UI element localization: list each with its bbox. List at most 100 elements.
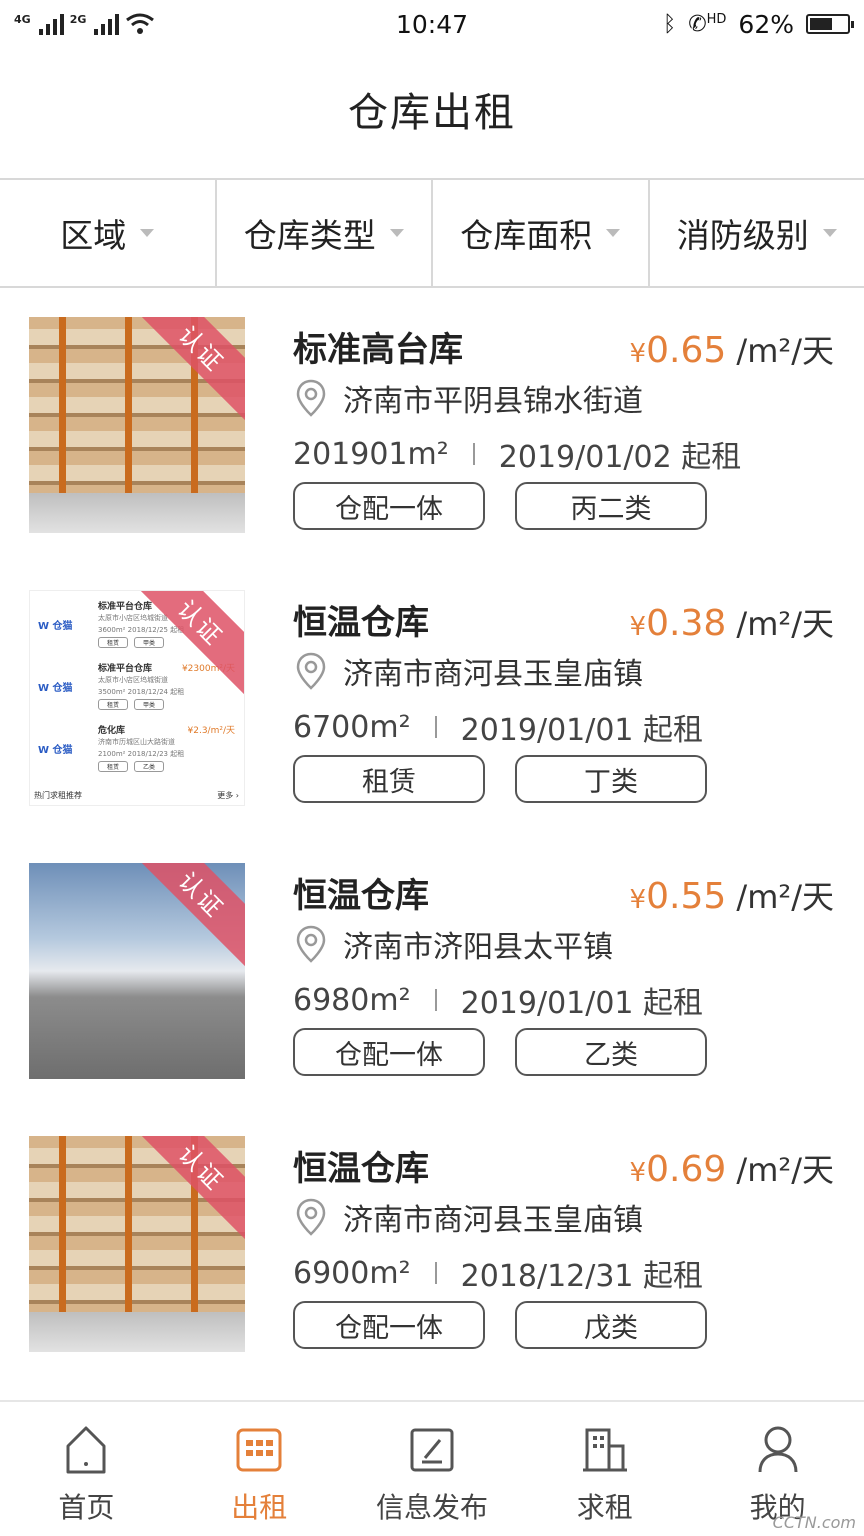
currency: ¥ <box>629 612 647 642</box>
price-value: 0.55 <box>646 876 727 917</box>
certified-badge: 认证 <box>116 863 245 980</box>
listing-card[interactable]: W 仓猫 标准平台仓库 太原市小店区坞城街道 3600m² 2018/12/25… <box>0 563 864 836</box>
start-date-text: 2019/01/01 起租 <box>460 713 704 748</box>
mini-footer: 热门求租推荐 更多 › <box>34 790 239 801</box>
tab-seek-rent[interactable]: 求租 <box>518 1402 691 1536</box>
mini-logo: W 仓猫 <box>38 683 73 694</box>
mini-address: 济南市历城区山大路街道 <box>98 738 175 746</box>
start-date-text: 2019/01/02 起租 <box>498 440 742 475</box>
filter-label: 消防级别 <box>676 216 809 255</box>
listing-tags: 仓配一体 乙类 <box>293 1028 707 1076</box>
area-text: 6980m² <box>293 982 411 1018</box>
mini-specs: 2100m² 2018/12/23 起租 <box>98 750 185 758</box>
listing-thumbnail: 认证 <box>29 317 245 533</box>
start-date-text: 2019/01/01 起租 <box>460 986 704 1021</box>
address-text: 济南市济阳县太平镇 <box>343 930 613 965</box>
caret-down-icon <box>389 229 404 237</box>
listing-specs: 6900m² 2018/12/31 起租 <box>293 1251 703 1295</box>
listing-address: 济南市商河县玉皇庙镇 <box>295 649 643 693</box>
tab-label: 首页 <box>58 1491 115 1524</box>
divider <box>472 443 475 465</box>
price-value: 0.65 <box>646 330 727 371</box>
filter-fire-rating[interactable]: 消防级别 <box>650 180 864 286</box>
location-pin-icon <box>296 925 326 963</box>
address-text: 济南市商河县玉皇庙镇 <box>343 1203 643 1238</box>
listing-title: 恒温仓库 <box>293 603 429 643</box>
tab-label: 求租 <box>576 1491 633 1524</box>
mini-title: 危化库 <box>98 726 126 736</box>
divider <box>434 716 437 738</box>
fire-class-tag: 戊类 <box>515 1301 707 1349</box>
filter-warehouse-type[interactable]: 仓库类型 <box>217 180 433 286</box>
listing-address: 济南市平阴县锦水街道 <box>295 376 643 420</box>
divider <box>434 989 437 1011</box>
price-unit: /m²/天 <box>736 332 834 370</box>
tab-label: 信息发布 <box>375 1491 488 1524</box>
hd-call-icon: ✆HD <box>688 11 727 37</box>
listing-tags: 仓配一体 戊类 <box>293 1301 707 1349</box>
address-text: 济南市商河县玉皇庙镇 <box>343 657 643 692</box>
service-tag: 仓配一体 <box>293 482 485 530</box>
mini-specs: 3500m² 2018/12/24 起租 <box>98 688 185 696</box>
mini-listing: W 仓猫 标准平台仓库 ¥2300m²/天 太原市小店区坞城街道 3500m² … <box>34 657 239 715</box>
tab-home[interactable]: 首页 <box>0 1402 173 1536</box>
filter-label: 区域 <box>60 216 127 255</box>
fire-class-tag: 乙类 <box>515 1028 707 1076</box>
service-tag: 仓配一体 <box>293 1301 485 1349</box>
mini-tag: 租赁 <box>98 637 129 648</box>
mini-footer-title: 热门求租推荐 <box>34 791 82 800</box>
network-type-1: 4G <box>14 13 31 26</box>
filter-region[interactable]: 区域 <box>0 180 217 286</box>
listing-price: ¥0.69 /m²/天 <box>630 1145 834 1191</box>
filter-warehouse-area[interactable]: 仓库面积 <box>433 180 650 286</box>
mini-listing: W 仓猫 危化库 ¥2.3/m²/天 济南市历城区山大路街道 2100m² 20… <box>34 719 239 777</box>
listing-title: 标准高台库 <box>293 330 463 370</box>
mini-tags: 租赁 甲类 <box>98 637 165 648</box>
price-unit: /m²/天 <box>736 1151 834 1189</box>
filter-label: 仓库面积 <box>460 216 593 255</box>
battery-icon <box>806 14 854 34</box>
hd-label: HD <box>706 11 727 27</box>
listing-thumbnail: 认证 <box>29 1136 245 1352</box>
user-icon <box>758 1426 798 1473</box>
certified-badge: 认证 <box>116 1136 245 1253</box>
home-icon <box>66 1426 106 1474</box>
listing-price: ¥0.55 /m²/天 <box>630 872 834 918</box>
battery-fill <box>810 18 833 30</box>
tab-publish[interactable]: 信息发布 <box>346 1402 519 1536</box>
mini-logo: W 仓猫 <box>38 745 73 756</box>
area-text: 201901m² <box>293 436 449 472</box>
service-tag: 租赁 <box>293 755 485 803</box>
listing-list: 认证 标准高台库 ¥0.65 /m²/天 济南市平阴县锦水街道 201901m²… <box>0 290 864 1382</box>
mini-tag: 乙类 <box>134 761 165 772</box>
listing-specs: 201901m² 2019/01/02 起租 <box>293 432 741 476</box>
listing-thumbnail: 认证 <box>29 863 245 1079</box>
caret-down-icon <box>140 229 155 237</box>
watermark: CCTN.com <box>772 1513 856 1532</box>
listing-card[interactable]: 认证 恒温仓库 ¥0.69 /m²/天 济南市商河县玉皇庙镇 6900m² 201… <box>0 1109 864 1382</box>
listing-tags: 租赁 丁类 <box>293 755 707 803</box>
currency: ¥ <box>629 339 647 369</box>
listing-price: ¥0.65 /m²/天 <box>630 326 834 372</box>
network-type-2: 2G <box>69 13 87 26</box>
mini-tag: 甲类 <box>134 637 165 648</box>
tab-label: 出租 <box>231 1491 288 1524</box>
mini-tag: 租赁 <box>98 761 129 772</box>
listing-card[interactable]: 认证 标准高台库 ¥0.65 /m²/天 济南市平阴县锦水街道 201901m²… <box>0 290 864 563</box>
battery-percent: 62% <box>738 9 794 39</box>
page-title: 仓库出租 <box>348 90 516 136</box>
tab-rent-out[interactable]: 出租 <box>173 1402 346 1536</box>
filter-label: 仓库类型 <box>243 216 376 255</box>
building-icon <box>582 1428 627 1472</box>
price-value: 0.69 <box>646 1149 727 1190</box>
start-date-text: 2018/12/31 起租 <box>460 1259 704 1294</box>
location-pin-icon <box>296 379 326 417</box>
mini-tag: 租赁 <box>98 699 129 710</box>
listing-card[interactable]: 认证 恒温仓库 ¥0.55 /m²/天 济南市济阳县太平镇 6980m² 2019… <box>0 836 864 1109</box>
mini-tags: 租赁 甲类 <box>98 699 165 710</box>
address-text: 济南市平阴县锦水街道 <box>343 384 643 419</box>
fire-class-tag: 丙二类 <box>515 482 707 530</box>
mini-title: 标准平台仓库 <box>98 664 153 674</box>
mini-specs: 3600m² 2018/12/25 起租 <box>98 626 185 634</box>
edit-icon <box>410 1428 454 1472</box>
